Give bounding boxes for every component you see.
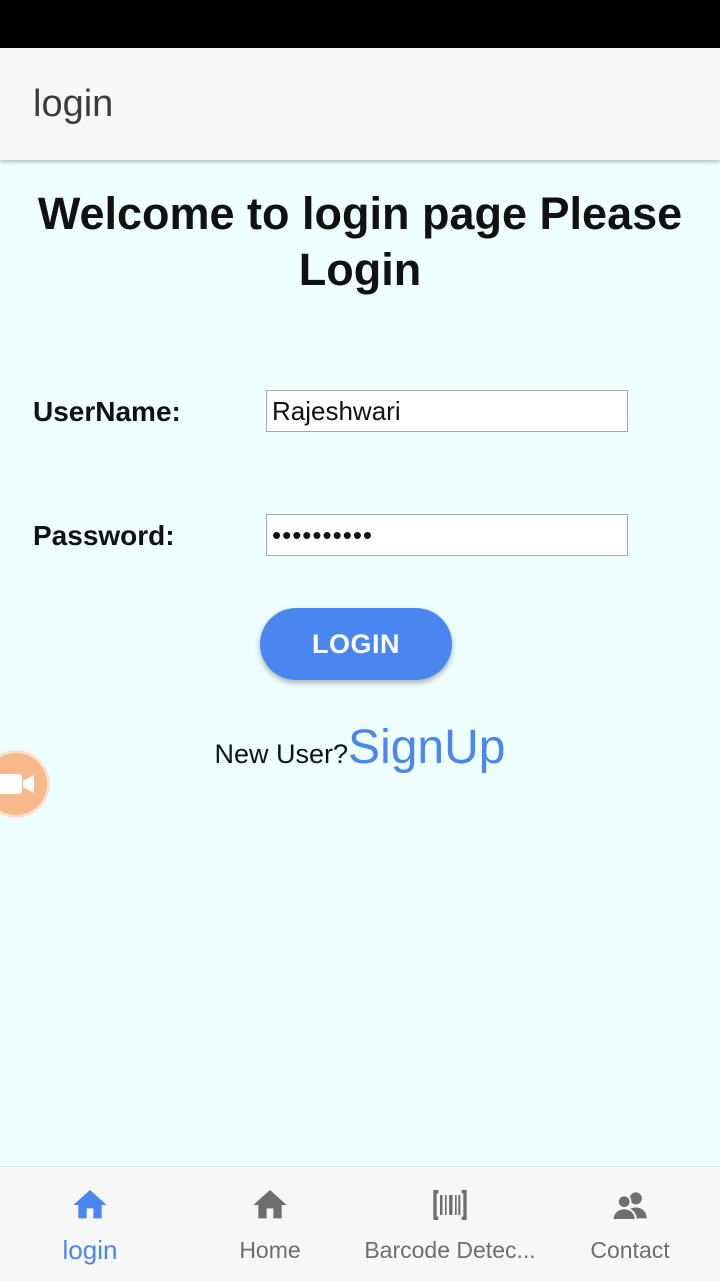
bottom-nav: login Home Barcode Detec... Contact	[0, 1166, 720, 1281]
login-button[interactable]: LOGIN	[260, 608, 452, 680]
nav-item-contact[interactable]: Contact	[540, 1167, 720, 1281]
contacts-icon	[611, 1192, 647, 1221]
video-camera-icon	[0, 774, 34, 794]
app-bar: login	[0, 48, 720, 160]
welcome-heading: Welcome to login page Please Login	[37, 188, 683, 295]
nav-item-barcode[interactable]: Barcode Detec...	[360, 1167, 540, 1281]
nav-label: login	[62, 1235, 118, 1265]
signup-row: New User?SignUp	[0, 720, 720, 775]
home-icon	[253, 1190, 287, 1219]
password-input[interactable]: ••••••••••	[266, 514, 628, 556]
barcode-icon	[433, 1190, 467, 1220]
nav-item-home[interactable]: Home	[180, 1167, 360, 1281]
status-bar	[0, 0, 720, 48]
nav-label: Barcode Detec...	[364, 1237, 536, 1263]
new-user-prompt: New User?	[214, 739, 349, 769]
nav-item-login[interactable]: login	[0, 1167, 180, 1281]
home-icon	[73, 1190, 107, 1219]
page-title: login	[33, 83, 114, 125]
username-input[interactable]: Rajeshwari	[266, 390, 628, 432]
password-label: Password:	[33, 520, 175, 551]
nav-label: Home	[239, 1237, 301, 1263]
signup-link[interactable]: SignUp	[348, 721, 505, 774]
nav-label: Contact	[590, 1237, 670, 1263]
username-label: UserName:	[33, 396, 181, 427]
